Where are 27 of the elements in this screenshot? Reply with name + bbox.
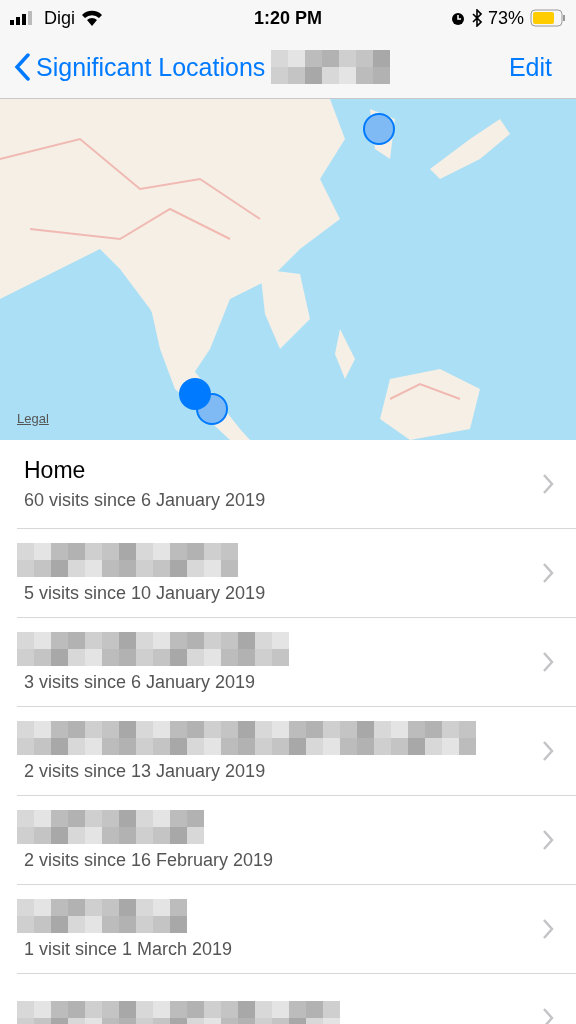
visit-count: 2 visits since 16 February 2019 [24, 849, 275, 871]
battery-percent: 73% [487, 7, 524, 29]
chevron-right-icon[interactable] [542, 740, 554, 762]
battery-icon [530, 9, 566, 27]
alarm-clock-icon [449, 10, 466, 26]
status-time: 1:20 PM [254, 7, 322, 29]
visit-count: 1 visit since 1 March 2019 [24, 938, 234, 960]
legal-link[interactable]: Legal [17, 411, 49, 426]
wifi-icon [81, 10, 103, 26]
bluetooth-icon [471, 9, 482, 27]
carrier-name: Digi [44, 7, 75, 29]
chevron-right-icon[interactable] [542, 1007, 554, 1024]
visit-count: 2 visits since 13 January 2019 [24, 760, 267, 782]
chevron-right-icon[interactable] [542, 562, 554, 584]
chevron-left-icon [14, 53, 30, 81]
edit-button[interactable]: Edit [508, 52, 552, 82]
chevron-right-icon[interactable] [542, 651, 554, 673]
chevron-right-icon[interactable] [542, 829, 554, 851]
location-marker[interactable] [362, 112, 396, 146]
chevron-right-icon[interactable] [542, 918, 554, 940]
location-title: Home [24, 457, 87, 484]
visit-count: 5 visits since 10 January 2019 [24, 582, 267, 604]
back-button[interactable]: Significant Locations [14, 52, 266, 82]
visit-count: 3 visits since 6 January 2019 [24, 671, 257, 693]
location-marker[interactable] [178, 377, 230, 427]
chevron-right-icon[interactable] [542, 473, 554, 495]
visit-count: 60 visits since 6 January 2019 [24, 490, 267, 511]
